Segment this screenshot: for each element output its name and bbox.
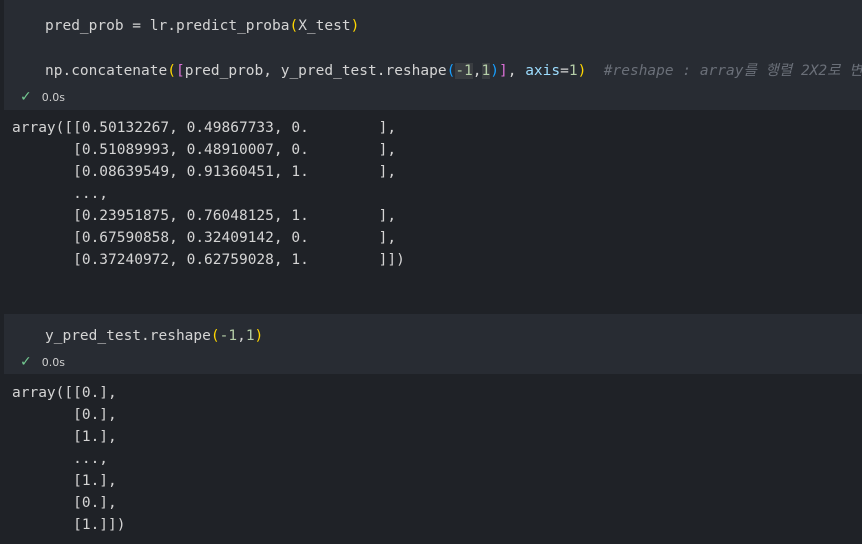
code-line-concatenate[interactable]: np.concatenate([pred_prob, y_pred_test.r… bbox=[45, 61, 862, 81]
execution-status: ✓ 0.0s bbox=[20, 88, 65, 106]
token-sep: , bbox=[507, 63, 526, 79]
execution-status: ✓ 0.0s bbox=[20, 353, 65, 371]
token-call: lr.predict_proba bbox=[149, 18, 290, 34]
token-paren-close: ) bbox=[350, 18, 360, 34]
code-line-pred-prob[interactable]: pred_prob = lr.predict_proba(X_test) bbox=[45, 16, 359, 36]
check-icon: ✓ bbox=[20, 89, 32, 105]
execution-time: 0.0s bbox=[41, 90, 65, 104]
token-paren-close: ) bbox=[254, 328, 264, 344]
token-kw-val: 1 bbox=[568, 63, 578, 79]
token-neg-one: -1 bbox=[455, 63, 473, 79]
token-kw-axis: axis bbox=[525, 63, 561, 79]
token-fn: np.concatenate bbox=[45, 63, 168, 79]
token-one: 1 bbox=[245, 328, 255, 344]
token-arg: X_test bbox=[298, 18, 351, 34]
cell-output-1: array([[0.50132267, 0.49867733, 0. ], [0… bbox=[12, 120, 405, 268]
token-var: pred_prob bbox=[45, 18, 124, 34]
token-paren-open: ( bbox=[210, 328, 220, 344]
token-eq: = bbox=[123, 18, 150, 34]
code-cell-2[interactable]: y_pred_test.reshape(-1,1) ✓ 0.0s bbox=[4, 314, 862, 374]
token-bracket-close: ] bbox=[499, 63, 508, 79]
token-paren-open: ( bbox=[289, 18, 299, 34]
token-comment: #reshape : array를 행렬 2X2로 변경 bbox=[586, 63, 862, 79]
notebook-page: pred_prob = lr.predict_proba(X_test) np.… bbox=[0, 0, 862, 544]
token-bracket-open: [ bbox=[175, 63, 185, 79]
token-call: y_pred_test.reshape bbox=[45, 328, 211, 344]
code-line-reshape[interactable]: y_pred_test.reshape(-1,1) bbox=[45, 326, 263, 346]
token-neg-one: -1 bbox=[219, 328, 238, 344]
token-paren-close-inner: ) bbox=[490, 63, 499, 79]
cell-output-2: array([[0.], [0.], [1.], ..., [1.], [0.]… bbox=[12, 385, 126, 533]
token-comma: , bbox=[237, 328, 246, 344]
token-args: pred_prob, y_pred_test.reshape bbox=[184, 63, 447, 79]
execution-time: 0.0s bbox=[41, 355, 65, 369]
token-kw-eq: = bbox=[560, 63, 569, 79]
check-icon: ✓ bbox=[20, 354, 32, 370]
token-one: 1 bbox=[481, 63, 491, 79]
code-cell-1[interactable]: pred_prob = lr.predict_proba(X_test) np.… bbox=[4, 0, 862, 110]
token-comma: , bbox=[472, 63, 482, 79]
token-paren-open: ( bbox=[167, 63, 176, 79]
